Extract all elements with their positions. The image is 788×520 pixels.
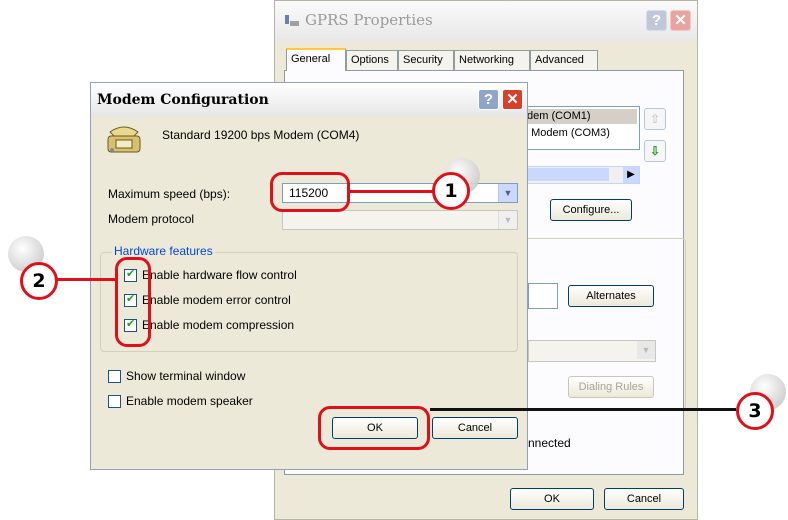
- modem-cancel-button[interactable]: Cancel: [432, 417, 518, 439]
- gprs-cancel-button[interactable]: Cancel: [604, 488, 684, 510]
- hardware-features-highlight: [115, 257, 151, 347]
- hardware-features-legend: Hardware features: [112, 244, 215, 258]
- modem-name-label: Standard 19200 bps Modem (COM4): [162, 128, 360, 142]
- callout-1-badge: 1: [432, 172, 470, 210]
- chevron-down-icon: ▼: [498, 211, 517, 229]
- list-item[interactable]: dem (COM1): [523, 109, 637, 124]
- configure-button[interactable]: Configure...: [550, 199, 632, 221]
- modem-listbox[interactable]: dem (COM1) : Modem (COM3): [520, 106, 640, 150]
- connected-status-text: nnected: [528, 436, 571, 450]
- modem-help-button[interactable]: ?: [478, 89, 499, 110]
- list-item[interactable]: : Modem (COM3): [521, 126, 639, 141]
- callout-2-leader: [56, 278, 117, 281]
- hardware-flow-control-label: Enable hardware flow control: [142, 268, 297, 282]
- tab-networking[interactable]: Networking: [454, 50, 530, 70]
- tab-advanced[interactable]: Advanced: [530, 50, 598, 70]
- gprs-window-title: GPRS Properties: [305, 11, 433, 29]
- tab-options[interactable]: Options: [346, 50, 398, 70]
- gprs-ok-button[interactable]: OK: [510, 488, 594, 510]
- callout-2-badge: 2: [20, 262, 58, 300]
- gprs-title-bar: GPRS Properties ? ✕: [275, 1, 697, 41]
- modem-close-button[interactable]: ✕: [502, 89, 523, 110]
- ok-button-highlight: [318, 406, 430, 450]
- move-down-button[interactable]: ⇩: [644, 140, 666, 162]
- modem-speaker-checkbox[interactable]: [108, 395, 121, 408]
- modem-phone-icon: [107, 126, 141, 153]
- gprs-close-button[interactable]: ✕: [670, 10, 691, 31]
- dialing-rules-button[interactable]: Dialing Rules: [568, 376, 654, 398]
- down-arrow-icon: ⇩: [649, 144, 661, 158]
- modem-error-control-label: Enable modem error control: [142, 293, 291, 307]
- modem-protocol-select[interactable]: ▼: [282, 210, 518, 230]
- tab-general[interactable]: General: [286, 48, 346, 71]
- tab-security[interactable]: Security: [398, 50, 454, 70]
- alternates-button[interactable]: Alternates: [568, 285, 654, 307]
- move-up-button[interactable]: ⇧: [644, 108, 666, 130]
- show-terminal-checkbox[interactable]: [108, 370, 121, 383]
- scroll-right-icon[interactable]: ▶: [623, 167, 639, 183]
- gprs-help-button[interactable]: ?: [646, 10, 667, 31]
- modem-speaker-label: Enable modem speaker: [126, 394, 253, 408]
- callout-3-badge: 3: [736, 392, 774, 430]
- modem-compression-label: Enable modem compression: [142, 318, 295, 332]
- callout-3-leader: [430, 408, 736, 411]
- network-icon: [285, 15, 299, 26]
- up-arrow-icon: ⇧: [649, 112, 661, 126]
- chevron-down-icon: ▼: [637, 341, 655, 359]
- dialing-location-combo[interactable]: ▼: [528, 340, 656, 362]
- phone-number-field[interactable]: [528, 283, 558, 309]
- max-speed-highlight: [270, 172, 350, 212]
- scrollbar-thumb[interactable]: [521, 168, 609, 181]
- show-terminal-label: Show terminal window: [126, 369, 246, 383]
- max-speed-label: Maximum speed (bps):: [108, 187, 231, 201]
- modem-title-bar: Modem Configuration ? ✕: [91, 83, 527, 117]
- callout-1-leader: [350, 190, 434, 193]
- modem-protocol-label: Modem protocol: [108, 212, 195, 226]
- modem-dialog-title: Modem Configuration: [97, 92, 269, 108]
- chevron-down-icon: ▼: [498, 184, 517, 202]
- list-horizontal-scrollbar[interactable]: ▶: [520, 166, 640, 184]
